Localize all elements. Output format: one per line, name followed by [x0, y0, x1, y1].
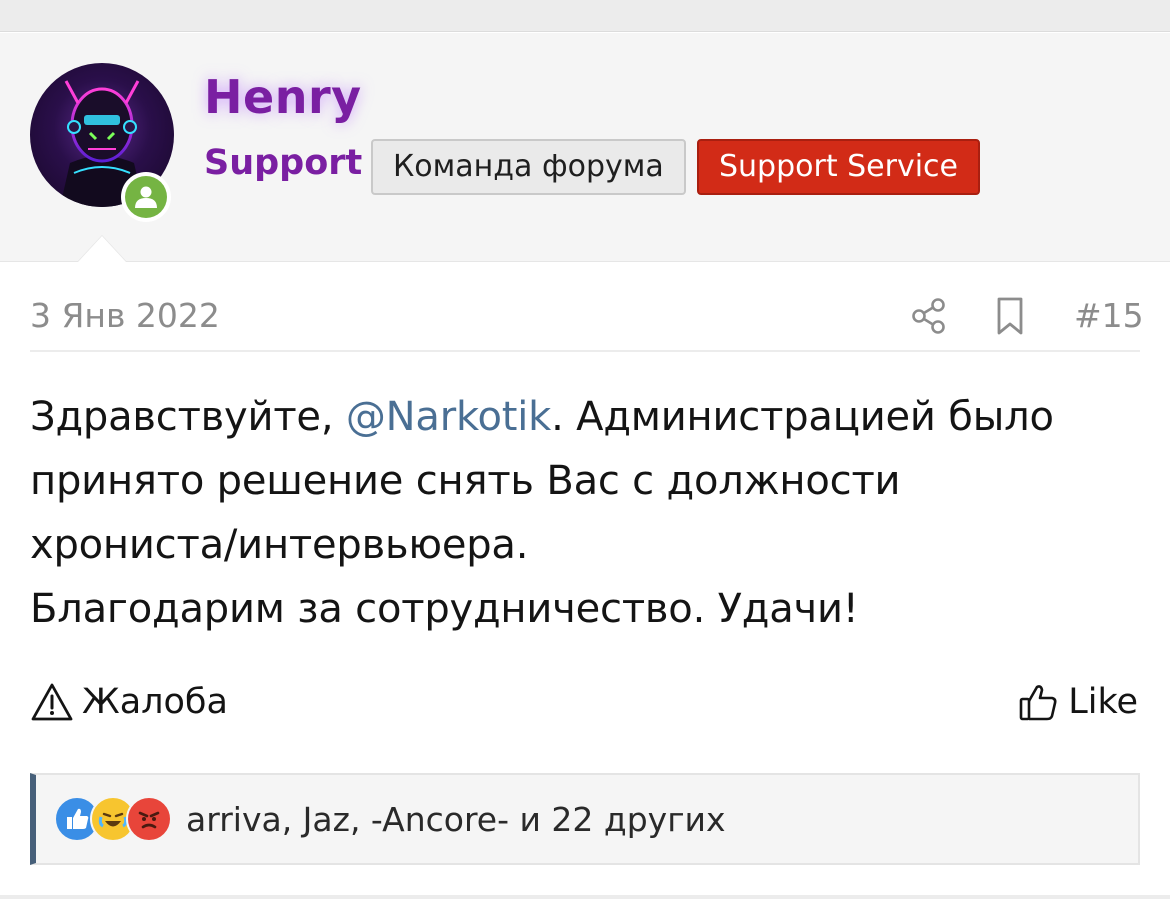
mention-link[interactable]: @Narkotik: [346, 394, 551, 440]
thumbs-up-icon: [1019, 685, 1057, 721]
post-date[interactable]: 3 Янв 2022: [30, 296, 220, 335]
like-button[interactable]: Like: [1018, 682, 1138, 722]
online-status-badge: [121, 172, 171, 222]
report-button[interactable]: Жалоба: [30, 682, 228, 722]
greeting-text: Здравствуйте,: [30, 394, 346, 440]
like-label: Like: [1068, 682, 1138, 722]
user-title: Support: [204, 143, 363, 183]
message-line-1: Здравствуйте, @Narkotik. Администрацией …: [30, 385, 1140, 449]
share-icon[interactable]: [910, 296, 948, 336]
message-line-3: хрониста/интервьюера.: [30, 522, 529, 568]
angry-reaction-icon: [126, 796, 172, 842]
message-body: Здравствуйте, @Narkotik. Администрацией …: [30, 385, 1140, 641]
bottom-divider: [0, 895, 1170, 899]
post-number-link[interactable]: #15: [1074, 296, 1144, 335]
online-user-icon: [125, 176, 167, 218]
user-banner-team: Команда форума: [371, 139, 686, 195]
reaction-icons: [54, 796, 172, 842]
message-line-2: принято решение снять Вас с должности: [30, 458, 901, 504]
top-strip: [0, 0, 1170, 32]
reactions-bar[interactable]: arriva, Jaz, -Ancore- и 22 других: [30, 773, 1140, 865]
message-line-4: Благодарим за сотрудничество. Удачи!: [30, 586, 859, 632]
username[interactable]: Henry: [204, 70, 362, 124]
reactions-summary[interactable]: arriva, Jaz, -Ancore- и 22 других: [186, 800, 726, 839]
user-banner-support: Support Service: [697, 139, 981, 195]
header-arrow: [78, 236, 126, 262]
warning-icon: [31, 683, 73, 721]
message-text: . Администрацией было: [551, 394, 1054, 440]
bookmark-icon[interactable]: [994, 296, 1026, 336]
report-label: Жалоба: [82, 682, 228, 722]
meta-divider: [30, 350, 1140, 352]
